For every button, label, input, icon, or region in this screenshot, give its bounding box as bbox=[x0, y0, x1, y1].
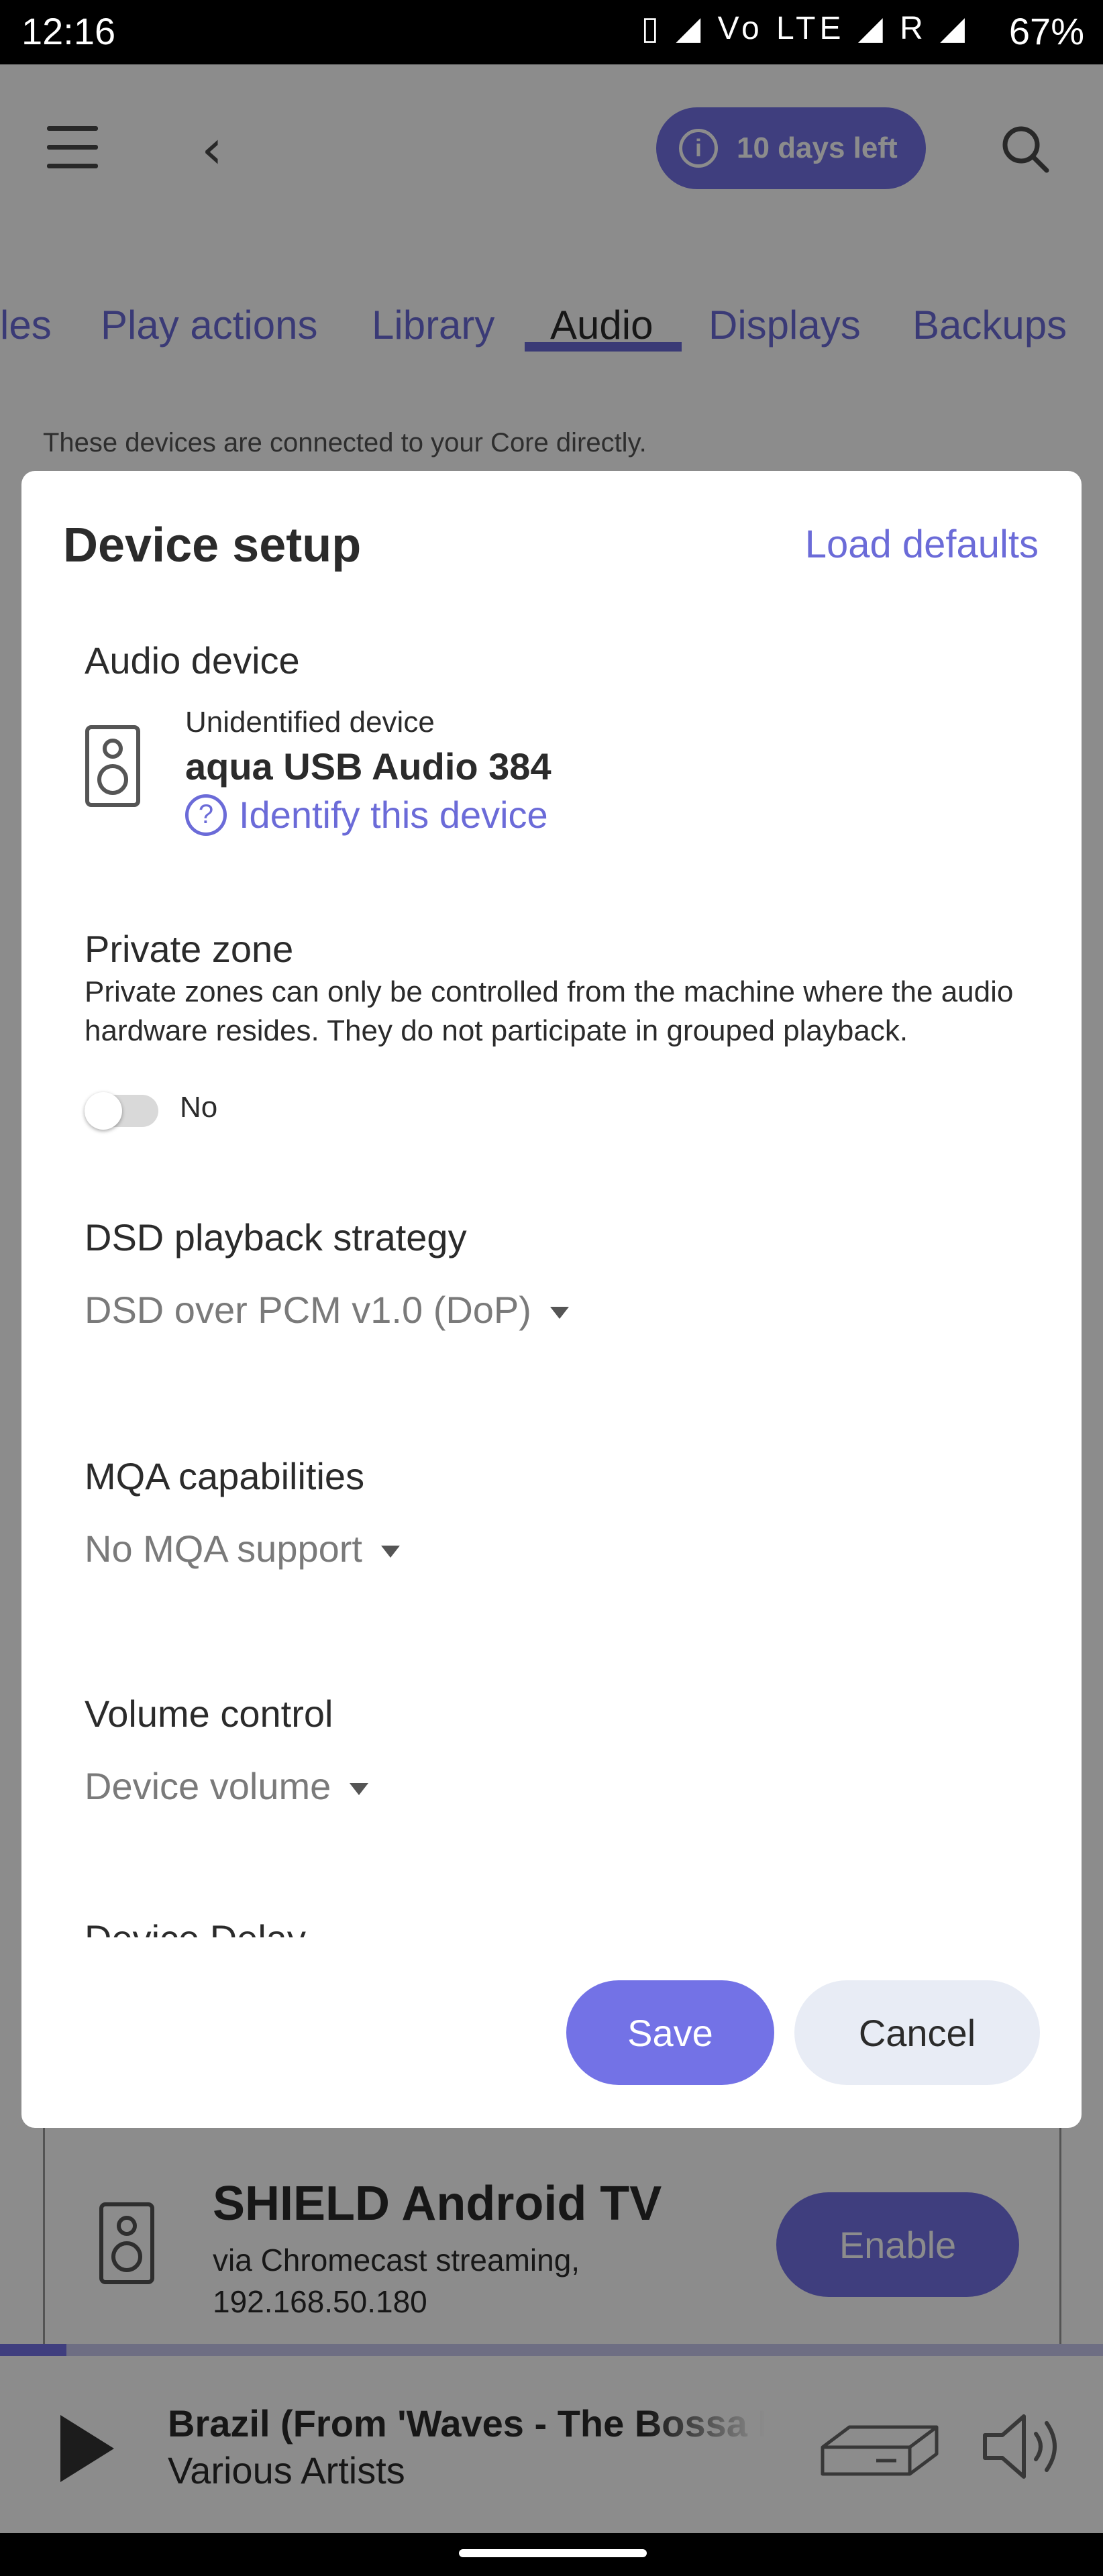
system-nav-bar bbox=[0, 2533, 1103, 2576]
cancel-button[interactable]: Cancel bbox=[794, 1980, 1040, 2085]
volume-control-select[interactable]: Device volume bbox=[85, 1764, 369, 1808]
status-time: 12:16 bbox=[21, 10, 116, 52]
dialog-title: Device setup bbox=[63, 519, 362, 572]
save-button[interactable]: Save bbox=[566, 1980, 774, 2085]
mqa-select[interactable]: No MQA support bbox=[85, 1527, 400, 1570]
device-name: aqua USB Audio 384 bbox=[185, 745, 552, 788]
mqa-label: MQA capabilities bbox=[85, 1455, 365, 1497]
battery-level: 67% bbox=[1008, 10, 1084, 52]
toggle-knob bbox=[85, 1092, 122, 1130]
home-gesture-handle[interactable] bbox=[459, 2549, 647, 2557]
device-status: Unidentified device bbox=[185, 706, 435, 739]
dropdown-arrow-icon bbox=[549, 1307, 569, 1320]
dsd-value: DSD over PCM v1.0 (DoP) bbox=[85, 1289, 531, 1331]
dropdown-arrow-icon bbox=[350, 1783, 369, 1796]
private-zone-value: No bbox=[180, 1091, 218, 1124]
device-delay-label: Device Delay bbox=[85, 1920, 306, 1937]
dsd-label: DSD playback strategy bbox=[85, 1216, 467, 1258]
private-zone-label: Private zone bbox=[85, 928, 294, 970]
status-bar: 12:16 ▯ ◢ Vo LTE ◢ R ◢ 67% bbox=[0, 0, 1103, 64]
private-zone-description: Private zones can only be controlled fro… bbox=[85, 975, 1014, 1047]
audio-device-label: Audio device bbox=[85, 639, 300, 682]
device-setup-dialog: Device setup Load defaults Audio device … bbox=[21, 471, 1082, 2128]
volume-control-label: Volume control bbox=[85, 1693, 333, 1735]
dropdown-arrow-icon bbox=[380, 1546, 400, 1558]
identify-device-link[interactable]: ? Identify this device bbox=[185, 793, 548, 837]
load-defaults-button[interactable]: Load defaults bbox=[805, 522, 1039, 567]
volume-control-value: Device volume bbox=[85, 1765, 331, 1807]
speaker-icon bbox=[85, 725, 140, 807]
mqa-value: No MQA support bbox=[85, 1527, 362, 1570]
signal-icons: ▯ ◢ Vo LTE ◢ R ◢ bbox=[641, 11, 969, 46]
identify-device-label: Identify this device bbox=[239, 794, 548, 836]
help-icon: ? bbox=[185, 794, 227, 836]
private-zone-toggle[interactable] bbox=[85, 1092, 158, 1130]
dsd-select[interactable]: DSD over PCM v1.0 (DoP) bbox=[85, 1288, 569, 1332]
